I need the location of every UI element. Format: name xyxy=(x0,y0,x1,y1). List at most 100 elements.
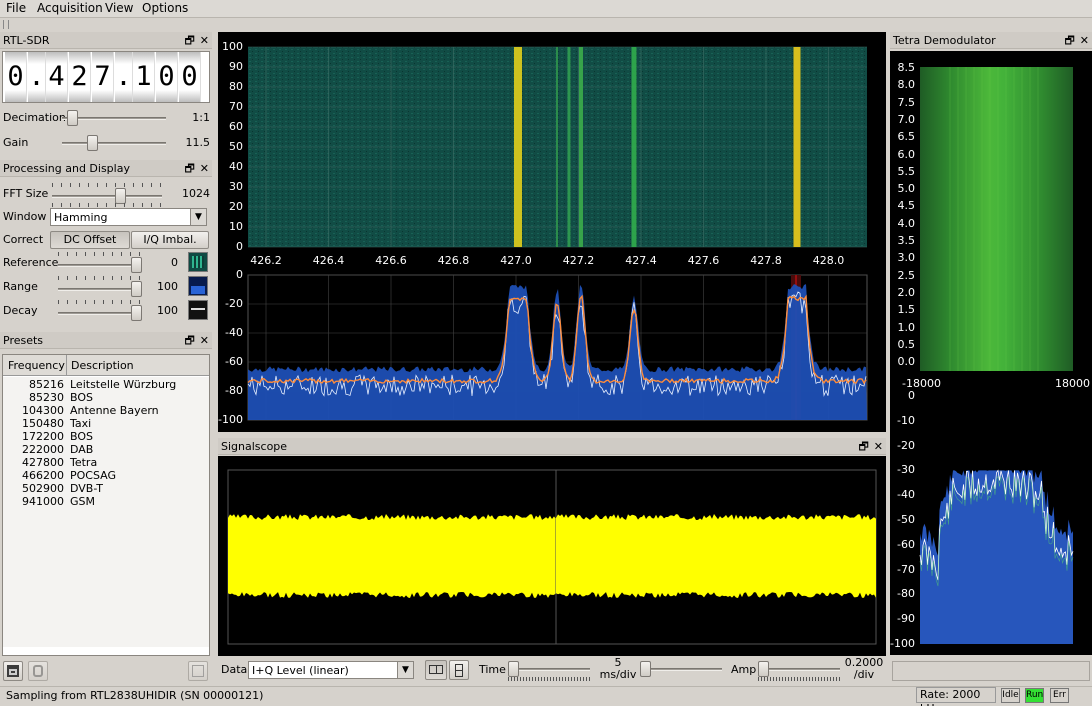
preset-frequency: 172200 xyxy=(22,430,64,443)
tetra-spectrum-y-tick: -80 xyxy=(897,587,915,601)
data-select[interactable]: I+Q Level (linear) ▼ xyxy=(248,661,414,679)
menu-file[interactable]: File xyxy=(6,1,26,15)
menu-options[interactable]: Options xyxy=(142,1,188,15)
preset-row[interactable]: 502900 DVB-T xyxy=(3,482,208,495)
close-icon[interactable]: ✕ xyxy=(200,334,209,347)
preset-row[interactable]: 172200 BOS xyxy=(3,430,208,443)
gain-slider[interactable] xyxy=(62,135,166,151)
spectrum-color-icon[interactable] xyxy=(188,276,208,296)
preset-row[interactable]: 150480 Taxi xyxy=(3,417,208,430)
frequency-display[interactable]: 0.427.100 xyxy=(2,51,210,103)
preset-description: DVB-T xyxy=(70,482,104,495)
tetra-waterfall-y-tick: 3.5 xyxy=(897,234,916,247)
waterfall-y-tick: 60 xyxy=(229,120,243,133)
processing-title: Processing and Display xyxy=(3,162,130,175)
spectrum-view[interactable]: 100 90 80 70 60 50 40 30 20 10 0 426.2 426.4 426.6 426… xyxy=(218,32,886,432)
save-preset-button[interactable] xyxy=(3,661,23,681)
amp-slider[interactable] xyxy=(758,661,840,677)
tetra-waterfall-y-tick: 7.5 xyxy=(897,95,916,109)
frequency-digit[interactable]: 7 xyxy=(92,52,114,102)
close-icon[interactable]: ✕ xyxy=(200,162,209,175)
range-value: 100 xyxy=(157,280,178,293)
frequency-x-tick: 427.4 xyxy=(625,254,657,267)
close-icon[interactable]: ✕ xyxy=(200,34,209,47)
toolbar-handle-icon[interactable] xyxy=(3,20,9,29)
tetra-spectrum-y-tick: -70 xyxy=(897,562,915,576)
float-icon[interactable]: 🗗 xyxy=(184,34,194,47)
waterfall-y-tick: 30 xyxy=(229,180,243,193)
chevron-down-icon[interactable]: ▼ xyxy=(397,662,413,678)
decimation-label: Decimation xyxy=(3,111,66,124)
spectrum-y-tick: -100 xyxy=(218,413,243,426)
menu-acquisition[interactable]: Acquisition xyxy=(37,1,103,15)
tetra-view[interactable]: 8.5 8.0 7.5 7.0 6.5 6.0 5.5 5.0 4.5 4.0 3.5 3.0 2.5 2… xyxy=(890,51,1092,655)
float-icon[interactable]: 🗗 xyxy=(858,440,868,453)
waterfall-color-icon[interactable] xyxy=(188,252,208,272)
float-icon[interactable]: 🗗 xyxy=(184,334,194,347)
toolbar-strip xyxy=(0,18,1092,32)
time-offset-slider[interactable] xyxy=(640,661,722,677)
close-icon[interactable]: ✕ xyxy=(874,440,883,453)
preset-row[interactable]: 222000 DAB xyxy=(3,443,208,456)
split-vertical-button[interactable] xyxy=(449,660,469,680)
time-slider[interactable] xyxy=(508,661,590,677)
spectrum-y-tick: -20 xyxy=(225,297,243,310)
trace-color-icon[interactable] xyxy=(188,300,208,320)
preset-row[interactable]: 85230 BOS xyxy=(3,391,208,404)
preset-row[interactable]: 427800 Tetra xyxy=(3,456,208,469)
frequency-digit[interactable]: 0 xyxy=(179,52,201,102)
delete-preset-button[interactable] xyxy=(188,661,208,681)
tetra-waterfall-y-tick: 0.5 xyxy=(897,337,916,351)
waterfall-y-tick: 80 xyxy=(229,80,243,93)
load-preset-button[interactable] xyxy=(28,661,48,681)
waterfall-y-tick: 90 xyxy=(229,60,243,73)
fft-size-slider[interactable] xyxy=(52,188,162,204)
preset-row[interactable]: 85216 Leitstelle Würzburg xyxy=(3,378,208,391)
frequency-digit: . xyxy=(115,52,133,102)
frequency-digit[interactable]: 0 xyxy=(156,52,178,102)
waterfall-y-tick: 10 xyxy=(229,220,243,233)
spectrum-y-tick: 0 xyxy=(236,268,243,281)
float-icon[interactable]: 🗗 xyxy=(184,162,194,175)
window-select[interactable]: Hamming ▼ xyxy=(50,208,207,226)
tetra-spectrum-y-tick: 0 xyxy=(908,389,915,402)
load-icon xyxy=(33,665,43,677)
dc-offset-button[interactable]: DC Offset xyxy=(50,231,130,249)
frequency-digit[interactable]: 4 xyxy=(46,52,68,102)
range-slider[interactable] xyxy=(58,281,142,297)
menu-bar: File Acquisition View Options xyxy=(0,0,1092,18)
frequency-digit[interactable]: 2 xyxy=(69,52,91,102)
frequency-digit[interactable]: 0 xyxy=(5,52,27,102)
split-vertical-icon xyxy=(455,664,463,677)
column-header-frequency[interactable]: Frequency xyxy=(3,355,67,376)
tetra-waterfall-y-tick: 6.0 xyxy=(897,147,916,161)
close-icon[interactable]: ✕ xyxy=(1080,34,1089,47)
time-value-unit: ms/div xyxy=(599,668,637,681)
decimation-slider[interactable] xyxy=(62,110,166,126)
preset-row[interactable]: 466200 POCSAG xyxy=(3,469,208,482)
preset-row[interactable]: 104300 Antenne Bayern xyxy=(3,404,208,417)
decay-slider[interactable] xyxy=(58,305,142,321)
tetra-spectrum-y-tick: -90 xyxy=(897,612,915,626)
time-value: 5 ms/div xyxy=(596,657,640,681)
waterfall-y-tick: 50 xyxy=(229,140,243,153)
preset-frequency: 502900 xyxy=(22,482,64,495)
column-header-description[interactable]: Description xyxy=(67,355,209,376)
preset-description: DAB xyxy=(70,443,94,456)
split-horizontal-button[interactable] xyxy=(425,660,447,680)
frequency-x-tick: 426.2 xyxy=(250,254,282,267)
float-icon[interactable]: 🗗 xyxy=(1064,34,1074,47)
waterfall-y-tick: 70 xyxy=(229,100,243,113)
signalscope-view[interactable] xyxy=(218,456,886,656)
tetra-title: Tetra Demodulator xyxy=(893,34,996,47)
preset-description: Taxi xyxy=(70,417,92,430)
tetra-waterfall-y-tick: 7.0 xyxy=(897,112,916,126)
iq-imbalance-button[interactable]: I/Q Imbal. xyxy=(131,231,209,249)
tetra-waterfall-y-tick: 5.5 xyxy=(897,164,916,178)
data-label: Data xyxy=(221,663,248,676)
reference-slider[interactable] xyxy=(58,257,142,273)
chevron-down-icon[interactable]: ▼ xyxy=(190,209,206,225)
preset-row[interactable]: 941000 GSM xyxy=(3,495,208,508)
frequency-digit[interactable]: 1 xyxy=(133,52,155,102)
menu-view[interactable]: View xyxy=(105,1,133,15)
